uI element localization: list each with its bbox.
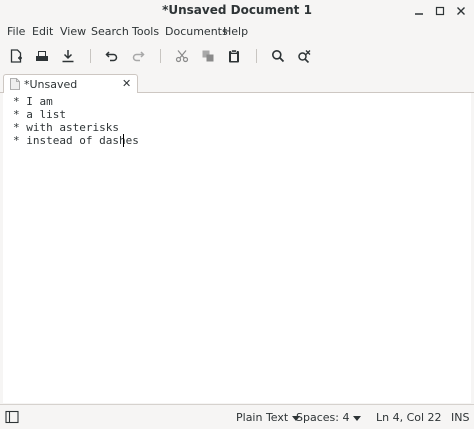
- menu-bar: File Edit View Search Tools Documents He…: [0, 22, 474, 40]
- tab-close-button[interactable]: ✕: [122, 77, 131, 90]
- undo-icon: [105, 51, 118, 62]
- dropdown-arrow-icon: [353, 415, 362, 421]
- minimize-button[interactable]: [411, 3, 427, 19]
- copy-icon: [202, 50, 214, 62]
- sidepanel-icon: [5, 410, 19, 424]
- text-cursor: [123, 134, 124, 147]
- text-editor[interactable]: * I am * a list * with asterisks * inste…: [3, 93, 471, 403]
- maximize-icon: [435, 6, 445, 16]
- cut-button[interactable]: [172, 46, 192, 66]
- scissors-icon: [175, 50, 189, 63]
- tab-bar: *Unsaved Document 1 ✕: [0, 72, 474, 104]
- status-bar: Plain Text Spaces: 4 Ln 4, Col 22 INS: [0, 404, 474, 429]
- save-document-button[interactable]: [58, 46, 78, 66]
- menu-edit[interactable]: Edit: [32, 25, 53, 38]
- tab-width-label: Spaces: 4: [296, 411, 350, 424]
- new-document-icon: [10, 49, 22, 63]
- toolbar-separator: [256, 49, 257, 63]
- menu-view[interactable]: View: [60, 25, 86, 38]
- find-replace-icon: [298, 50, 311, 63]
- copy-button[interactable]: [198, 46, 218, 66]
- language-selector[interactable]: Plain Text: [236, 411, 301, 424]
- editor-line: * instead of dashes: [13, 134, 139, 147]
- title-bar: *Unsaved Document 1: [0, 0, 474, 22]
- close-icon: [457, 7, 465, 15]
- redo-icon: [132, 51, 145, 62]
- menu-documents[interactable]: Documents: [165, 25, 228, 38]
- find-replace-button[interactable]: [294, 46, 314, 66]
- redo-button[interactable]: [128, 46, 148, 66]
- toolbar-separator: [90, 49, 91, 63]
- tab-unsaved-document-1[interactable]: *Unsaved Document 1 ✕: [3, 74, 138, 104]
- menu-help[interactable]: Help: [223, 25, 248, 38]
- tab-width-selector[interactable]: Spaces: 4: [296, 411, 362, 424]
- editor-line: * I am: [13, 95, 53, 108]
- menu-tools[interactable]: Tools: [132, 25, 159, 38]
- search-icon: [272, 50, 285, 63]
- open-document-button[interactable]: [32, 46, 52, 66]
- close-window-button[interactable]: [453, 3, 469, 19]
- undo-button[interactable]: [102, 46, 122, 66]
- clipboard-icon: [229, 49, 239, 63]
- maximize-button[interactable]: [432, 3, 448, 19]
- editor-line: * a list: [13, 108, 66, 121]
- open-document-icon: [36, 51, 48, 61]
- document-icon: [10, 78, 20, 90]
- minimize-icon: [415, 13, 423, 15]
- insert-mode-indicator: INS: [451, 411, 470, 424]
- download-save-icon: [62, 50, 74, 63]
- cursor-position: Ln 4, Col 22: [376, 411, 442, 424]
- new-document-button[interactable]: [6, 46, 26, 66]
- find-button[interactable]: [268, 46, 288, 66]
- menu-file[interactable]: File: [7, 25, 25, 38]
- toolbar: [0, 42, 474, 70]
- menu-search[interactable]: Search: [91, 25, 129, 38]
- paste-button[interactable]: [224, 46, 244, 66]
- window-title: *Unsaved Document 1: [162, 3, 312, 17]
- sidepanel-toggle-button[interactable]: [5, 410, 19, 424]
- toolbar-separator: [160, 49, 161, 63]
- editor-line: * with asterisks: [13, 121, 119, 134]
- language-label: Plain Text: [236, 411, 289, 424]
